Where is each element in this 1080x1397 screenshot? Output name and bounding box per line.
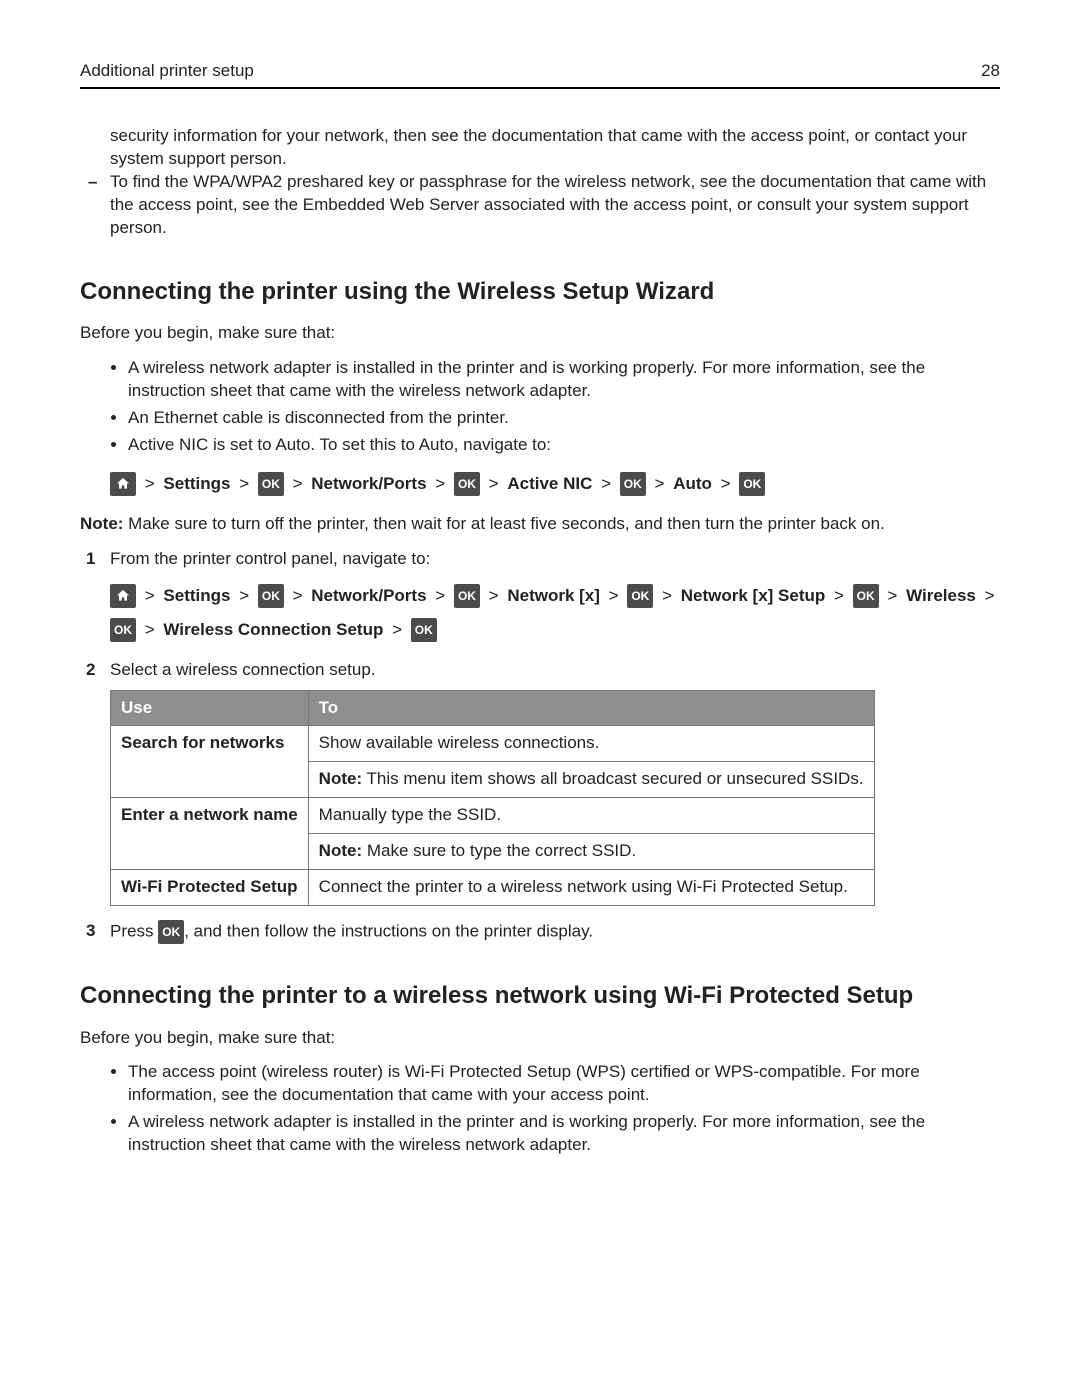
before-begin-2: Before you begin, make sure that: — [80, 1027, 1000, 1050]
intro-paragraph: security information for your network, t… — [110, 125, 1000, 171]
ok-icon: OK — [627, 584, 653, 608]
cell-to: Show available wireless connections. — [308, 726, 874, 762]
col-to: To — [308, 690, 874, 726]
cell-to: Manually type the SSID. — [308, 798, 874, 834]
nav-network-x-setup: Network [x] Setup — [681, 586, 826, 605]
nav-active-nic: Active NIC — [507, 474, 592, 493]
prereq-list-2: The access point (wireless router) is Wi… — [80, 1061, 1000, 1157]
home-icon — [110, 584, 136, 608]
note-text: Make sure to type the correct SSID. — [362, 841, 636, 860]
cell-use: Search for networks — [111, 726, 309, 798]
separator: > — [293, 586, 303, 605]
nav-network-ports: Network/Ports — [311, 586, 426, 605]
dash-item: To find the WPA/WPA2 preshared key or pa… — [110, 171, 1000, 240]
separator: > — [435, 474, 445, 493]
nav-wireless-conn-setup: Wireless Connection Setup — [163, 620, 383, 639]
separator: > — [834, 586, 844, 605]
table-row: Wi-Fi Protected Setup Connect the printe… — [111, 870, 875, 906]
steps-list: From the printer control panel, navigate… — [80, 548, 1000, 945]
intro-dash-list: To find the WPA/WPA2 preshared key or pa… — [80, 171, 1000, 240]
separator: > — [145, 620, 155, 639]
ok-icon: OK — [454, 584, 480, 608]
ok-icon: OK — [258, 472, 284, 496]
connection-options-table: Use To Search for networks Show availabl… — [110, 690, 875, 907]
table-row: Search for networks Show available wirel… — [111, 726, 875, 762]
separator: > — [239, 474, 249, 493]
ok-icon: OK — [454, 472, 480, 496]
separator: > — [887, 586, 897, 605]
separator: > — [293, 474, 303, 493]
separator: > — [721, 474, 731, 493]
section-title: Additional printer setup — [80, 60, 254, 83]
nav-path-wireless: > Settings > OK > Network/Ports > OK > N… — [110, 579, 1000, 647]
before-begin-1: Before you begin, make sure that: — [80, 322, 1000, 345]
page-header: Additional printer setup 28 — [80, 60, 1000, 89]
nav-network-ports: Network/Ports — [311, 474, 426, 493]
table-row: Enter a network name Manually type the S… — [111, 798, 875, 834]
nav-network-x: Network [x] — [507, 586, 600, 605]
step-3: Press OK, and then follow the instructio… — [80, 920, 1000, 944]
note-text: This menu item shows all broadcast secur… — [362, 769, 863, 788]
nav-path-active-nic: > Settings > OK > Network/Ports > OK > A… — [110, 467, 1000, 501]
separator: > — [985, 586, 995, 605]
cell-use: Wi-Fi Protected Setup — [111, 870, 309, 906]
ok-icon: OK — [411, 618, 437, 642]
table-header-row: Use To — [111, 690, 875, 726]
step-2: Select a wireless connection setup. Use … — [80, 659, 1000, 907]
step-1: From the printer control panel, navigate… — [80, 548, 1000, 647]
separator: > — [145, 586, 155, 605]
ok-icon: OK — [853, 584, 879, 608]
separator: > — [239, 586, 249, 605]
separator: > — [435, 586, 445, 605]
list-item: A wireless network adapter is installed … — [128, 357, 1000, 403]
separator: > — [489, 586, 499, 605]
cell-use: Enter a network name — [111, 798, 309, 870]
separator: > — [145, 474, 155, 493]
note-label: Note: — [319, 841, 362, 860]
list-item: A wireless network adapter is installed … — [128, 1111, 1000, 1157]
ok-icon: OK — [620, 472, 646, 496]
step-text: From the printer control panel, navigate… — [110, 549, 430, 568]
section-heading-wps: Connecting the printer to a wireless net… — [80, 980, 1000, 1012]
separator: > — [392, 620, 402, 639]
step-text: Select a wireless connection setup. — [110, 660, 376, 679]
cell-to-note: Note: Make sure to type the correct SSID… — [308, 834, 874, 870]
ok-icon: OK — [158, 920, 184, 944]
nav-settings: Settings — [163, 474, 230, 493]
separator: > — [601, 474, 611, 493]
note-text: Make sure to turn off the printer, then … — [123, 514, 884, 533]
ok-icon: OK — [258, 584, 284, 608]
list-item: An Ethernet cable is disconnected from t… — [128, 407, 1000, 430]
separator: > — [489, 474, 499, 493]
prereq-list-1: A wireless network adapter is installed … — [80, 357, 1000, 457]
cell-to: Connect the printer to a wireless networ… — [308, 870, 874, 906]
nav-wireless: Wireless — [906, 586, 976, 605]
separator: > — [662, 586, 672, 605]
nav-auto: Auto — [673, 474, 712, 493]
ok-icon: OK — [110, 618, 136, 642]
page-number: 28 — [981, 60, 1000, 83]
separator: > — [655, 474, 665, 493]
note-label: Note: — [319, 769, 362, 788]
list-item: The access point (wireless router) is Wi… — [128, 1061, 1000, 1107]
col-use: Use — [111, 690, 309, 726]
home-icon — [110, 472, 136, 496]
note-label: Note: — [80, 514, 123, 533]
step-text-b: , and then follow the instructions on th… — [184, 922, 593, 941]
list-item: Active NIC is set to Auto. To set this t… — [128, 434, 1000, 457]
cell-to-note: Note: This menu item shows all broadcast… — [308, 762, 874, 798]
separator: > — [609, 586, 619, 605]
note-power-cycle: Note: Make sure to turn off the printer,… — [80, 513, 1000, 536]
nav-settings: Settings — [163, 586, 230, 605]
ok-icon: OK — [739, 472, 765, 496]
section-heading-wizard: Connecting the printer using the Wireles… — [80, 276, 1000, 308]
intro-text: security information for your network, t… — [110, 126, 967, 168]
step-text-a: Press — [110, 922, 158, 941]
